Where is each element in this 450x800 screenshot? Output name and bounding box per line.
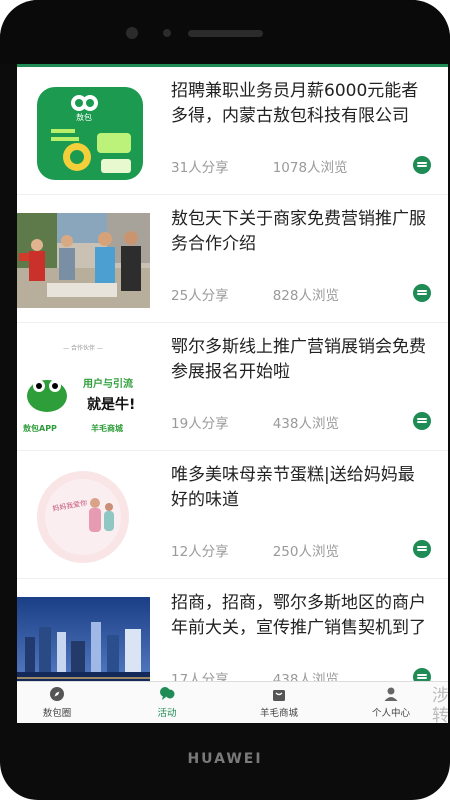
wechat-share-icon[interactable] (413, 284, 431, 302)
app-screen: 敖包 招聘兼职业务员月薪6000元能者多得，内蒙古敖包科技有限公司 31人分享 1… (17, 64, 448, 723)
article-meta: 25人分享 828人浏览 (171, 284, 339, 304)
article-title[interactable]: 招商，招商，鄂尔多斯地区的商户年前大关，宣传推广销售契机到了 (171, 591, 431, 641)
article-item[interactable]: 敖包 招聘兼职业务员月薪6000元能者多得，内蒙古敖包科技有限公司 31人分享 1… (17, 67, 448, 195)
overlay-ghost-text: 涉转 (432, 686, 448, 723)
article-thumbnail: — 合作伙伴 — 用户与引流 就是牛! 敖包APP 羊毛商城 (17, 341, 150, 436)
article-meta: 12人分享 250人浏览 (171, 540, 339, 560)
person-icon (384, 687, 398, 701)
share-count: 25人分享 (171, 288, 229, 304)
tab-label: 羊毛商城 (259, 708, 298, 719)
view-count: 438人浏览 (272, 416, 339, 432)
front-camera-icon (126, 27, 138, 39)
view-count: 1078人浏览 (272, 160, 348, 176)
compass-icon (50, 687, 64, 701)
earpiece-speaker (188, 30, 263, 37)
recruitment-poster-image: 敖包 (17, 85, 150, 180)
wechat-share-icon[interactable] (413, 540, 431, 558)
thumb-mall-label: 羊毛商城 (91, 423, 123, 433)
tab-aobao-circle[interactable]: 敖包圈 (17, 686, 97, 719)
view-count: 828人浏览 (272, 288, 339, 304)
bottom-tab-bar: 敖包圈 活动 羊毛商城 个人中心 涉转 (17, 681, 448, 723)
tab-label: 个人中心 (371, 708, 410, 719)
city-skyline-photo (17, 597, 150, 692)
share-count: 19人分享 (171, 416, 229, 432)
phone-top-bezel (0, 0, 450, 64)
article-title[interactable]: 唯多美味母亲节蛋糕|送给妈妈最好的味道 (171, 463, 431, 513)
article-item[interactable]: 敖包天下关于商家免费营销推广服务合作介绍 25人分享 828人浏览 (17, 195, 448, 323)
chat-bubbles-icon (160, 687, 175, 700)
wechat-share-icon[interactable] (413, 412, 431, 430)
share-count: 31人分享 (171, 160, 229, 176)
article-item[interactable]: — 合作伙伴 — 用户与引流 就是牛! 敖包APP 羊毛商城 鄂尔多斯线上推广营… (17, 323, 448, 451)
tab-wool-mall[interactable]: 羊毛商城 (239, 686, 319, 719)
share-count: 12人分享 (171, 544, 229, 560)
mothers-day-cake-image: 妈妈我爱你 (17, 469, 150, 564)
article-item[interactable]: 妈妈我爱你 唯多美味母亲节蛋糕|送给妈妈最好的味道 12人分享 250人浏览 (17, 451, 448, 579)
article-meta: 31人分享 1078人浏览 (171, 156, 348, 176)
view-count: 250人浏览 (272, 544, 339, 560)
partner-promo-image: — 合作伙伴 — 用户与引流 就是牛! 敖包APP 羊毛商城 (17, 341, 150, 436)
tab-label: 活动 (157, 708, 177, 719)
wechat-share-icon[interactable] (413, 156, 431, 174)
article-thumbnail (17, 597, 150, 692)
article-title[interactable]: 鄂尔多斯线上推广营销展销会免费参展报名开始啦 (171, 335, 431, 385)
tab-label: 敖包圈 (42, 708, 72, 719)
thumb-line1: 用户与引流 (82, 377, 133, 390)
article-thumbnail (17, 213, 150, 308)
thumb-header: — 合作伙伴 — (63, 344, 103, 352)
device-brand-label: HUAWEI (187, 751, 263, 767)
article-thumbnail: 妈妈我爱你 (17, 469, 150, 564)
street-event-photo (17, 213, 150, 308)
sensor-icon (163, 29, 171, 37)
article-title[interactable]: 敖包天下关于商家免费营销推广服务合作介绍 (171, 207, 431, 257)
tab-personal-center[interactable]: 个人中心 (351, 686, 431, 719)
shopping-bag-icon (273, 690, 285, 701)
thumb-line2: 就是牛! (87, 396, 135, 413)
thumb-brand-label: 敖包 (76, 112, 92, 122)
thumb-app-label: 敖包APP (23, 423, 57, 433)
article-thumbnail: 敖包 (17, 85, 150, 180)
phone-frame: 敖包 招聘兼职业务员月薪6000元能者多得，内蒙古敖包科技有限公司 31人分享 1… (0, 0, 450, 800)
article-title[interactable]: 招聘兼职业务员月薪6000元能者多得，内蒙古敖包科技有限公司 (171, 79, 431, 129)
article-meta: 19人分享 438人浏览 (171, 412, 339, 432)
tab-activities[interactable]: 活动 (127, 686, 207, 719)
